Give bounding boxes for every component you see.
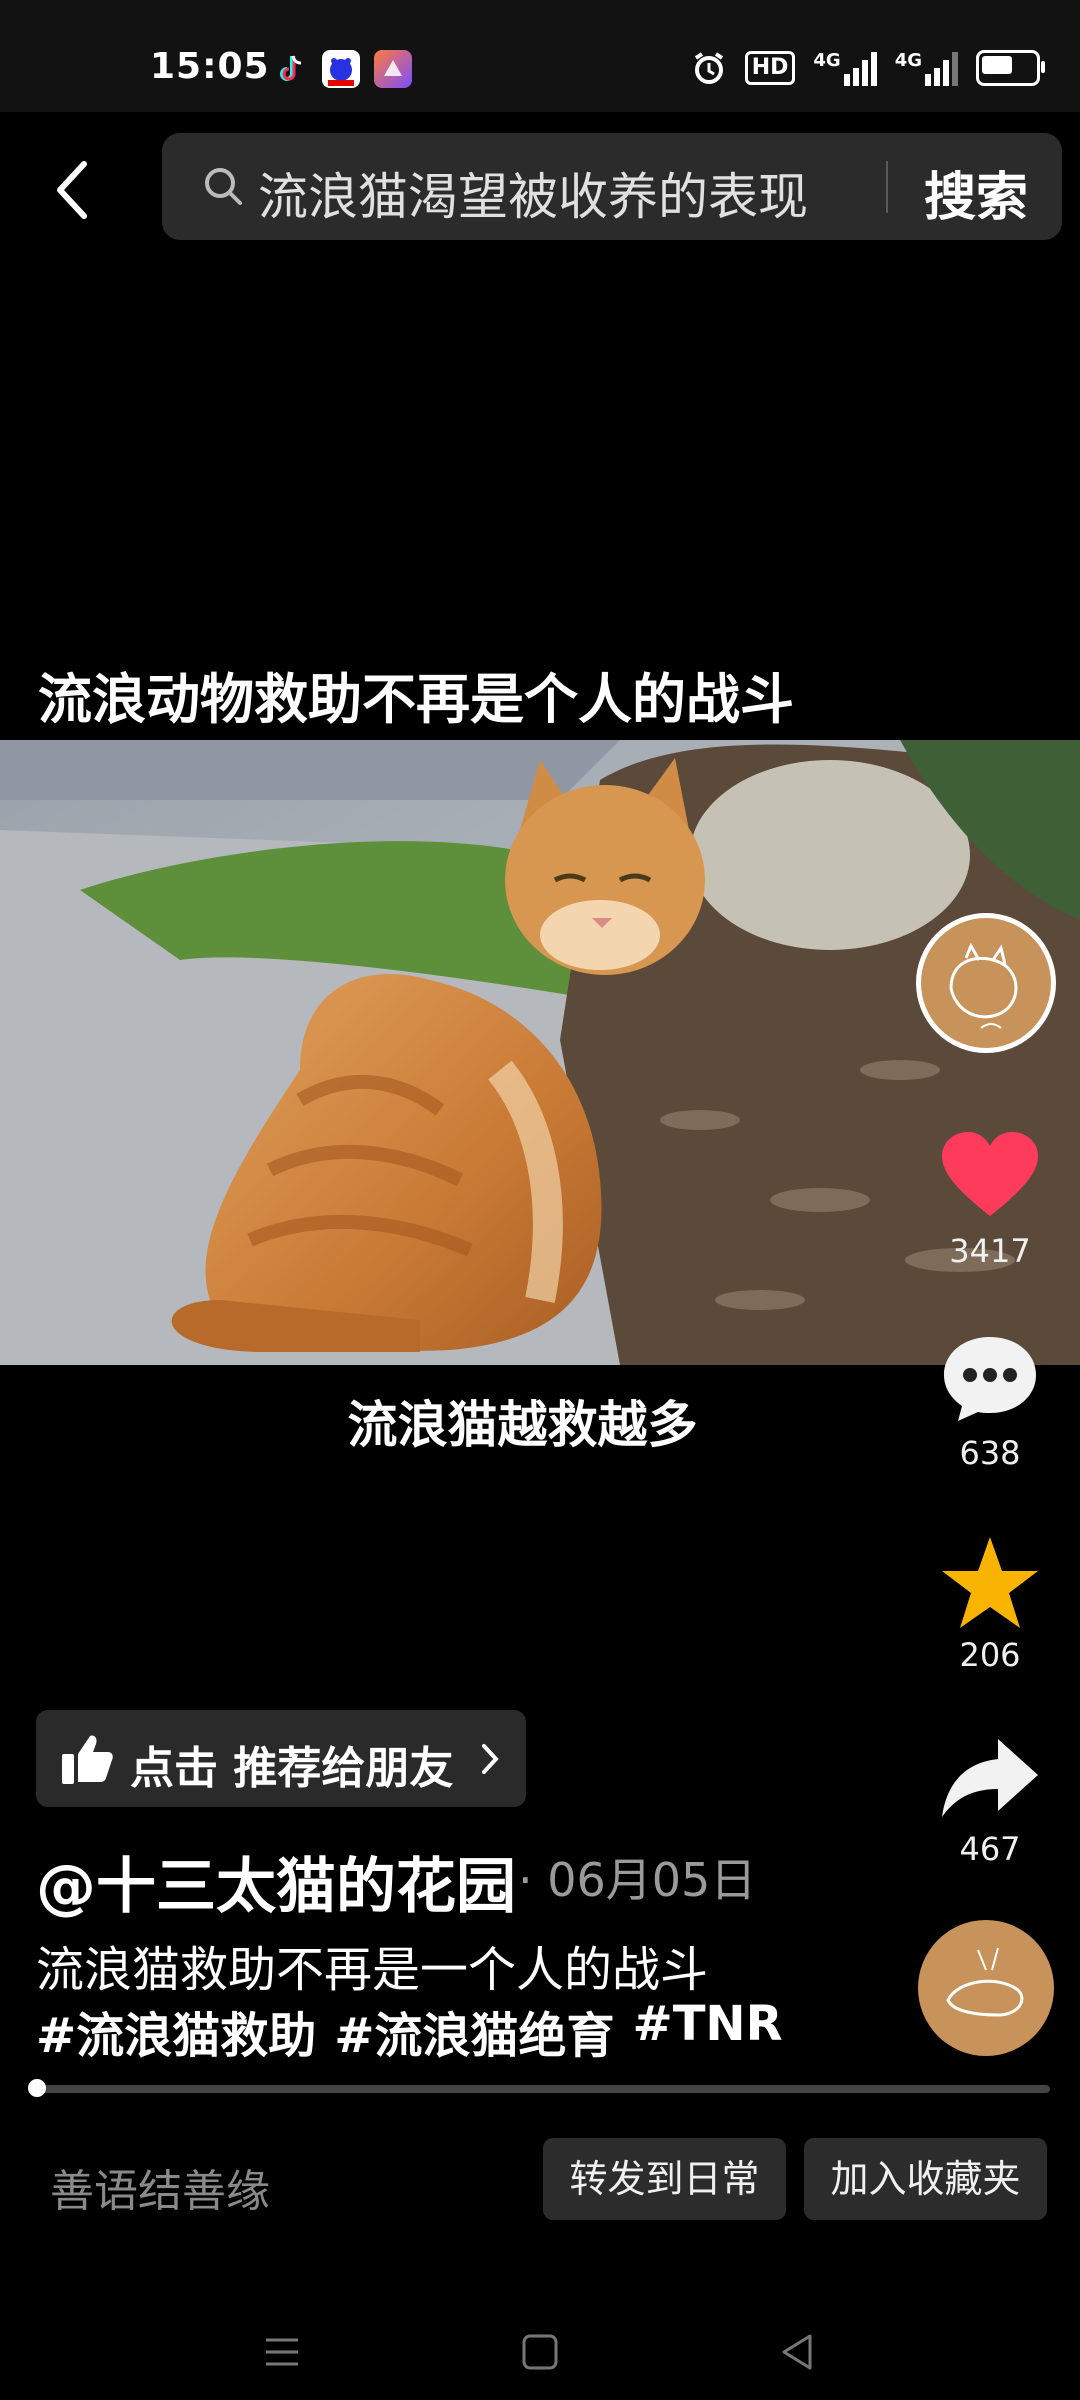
search-icon	[205, 168, 242, 205]
post-description: 流浪猫救助不再是一个人的战斗	[36, 1942, 709, 1998]
hashtag[interactable]: #流浪猫绝育	[334, 1996, 614, 2066]
chevron-left-icon	[57, 161, 87, 219]
status-bar: 15:05 HD 4G 4G	[0, 0, 1080, 112]
status-time: 15:05	[150, 46, 270, 87]
author-avatar[interactable]	[916, 913, 1056, 1053]
hashtag[interactable]: #TNR	[632, 1996, 782, 2066]
hashtag-list: #流浪猫救助 #流浪猫绝育 #TNR	[36, 1996, 783, 2066]
share-count: 467	[959, 1830, 1021, 1868]
video-title: 流浪动物救助不再是个人的战斗	[38, 667, 794, 731]
star-icon	[942, 1537, 1038, 1628]
system-nav-bar	[0, 2290, 1080, 2400]
signal-icon: 4G	[813, 50, 877, 86]
author-name[interactable]: @十三太猫的花园	[36, 1838, 516, 1925]
recommend-to-friends-button[interactable]: 点击 推荐给朋友	[36, 1710, 526, 1807]
share-icon	[942, 1739, 1038, 1817]
battery-icon	[976, 50, 1045, 86]
back-button[interactable]	[40, 150, 110, 230]
signal-icon-2: 4G	[895, 50, 958, 86]
chevron-right-icon	[482, 1744, 499, 1774]
menu-icon[interactable]	[262, 2332, 302, 2372]
search-input[interactable]: 流浪猫渴望被收养的表现	[258, 157, 808, 229]
video-player[interactable]	[0, 740, 1080, 1365]
post-date: · 06月05日	[518, 1853, 757, 1907]
share-to-daily-button[interactable]: 转发到日常	[543, 2138, 786, 2220]
home-icon[interactable]	[520, 2332, 560, 2372]
like-count: 3417	[949, 1232, 1031, 1270]
share-button[interactable]	[940, 1735, 1040, 1824]
baidu-icon	[322, 50, 360, 88]
search-button[interactable]: 搜索	[924, 155, 1028, 230]
progress-thumb[interactable]	[28, 2079, 46, 2097]
search-divider	[886, 161, 888, 213]
back-nav-icon[interactable]	[778, 2332, 818, 2372]
tiktok-icon	[272, 50, 310, 88]
hd-icon: HD	[744, 51, 796, 85]
app-icon	[374, 50, 412, 88]
favorite-count: 206	[959, 1636, 1021, 1674]
video-subtitle: 流浪猫越救越多	[347, 1395, 698, 1454]
status-indicators: HD 4G 4G	[691, 46, 1045, 90]
video-frame-cat-image	[0, 740, 1080, 1365]
alarm-icon	[694, 52, 723, 84]
comment-icon	[944, 1337, 1036, 1421]
comment-count: 638	[959, 1434, 1021, 1472]
thumbs-up-icon	[62, 1735, 113, 1784]
hashtag[interactable]: #流浪猫救助	[36, 1996, 316, 2066]
like-button[interactable]	[940, 1130, 1040, 1224]
heart-icon	[942, 1132, 1038, 1216]
comment-button[interactable]	[940, 1333, 1040, 1427]
music-disc[interactable]	[918, 1920, 1054, 2056]
recommend-label: 点击 推荐给朋友	[130, 1743, 454, 1794]
comment-input[interactable]: 善语结善缘	[50, 2155, 270, 2219]
search-bar[interactable]: 流浪猫渴望被收养的表现 搜索	[162, 133, 1062, 240]
favorite-button[interactable]	[940, 1535, 1040, 1634]
video-progress-bar[interactable]	[36, 2085, 1050, 2093]
add-to-favorites-button[interactable]: 加入收藏夹	[804, 2138, 1047, 2220]
